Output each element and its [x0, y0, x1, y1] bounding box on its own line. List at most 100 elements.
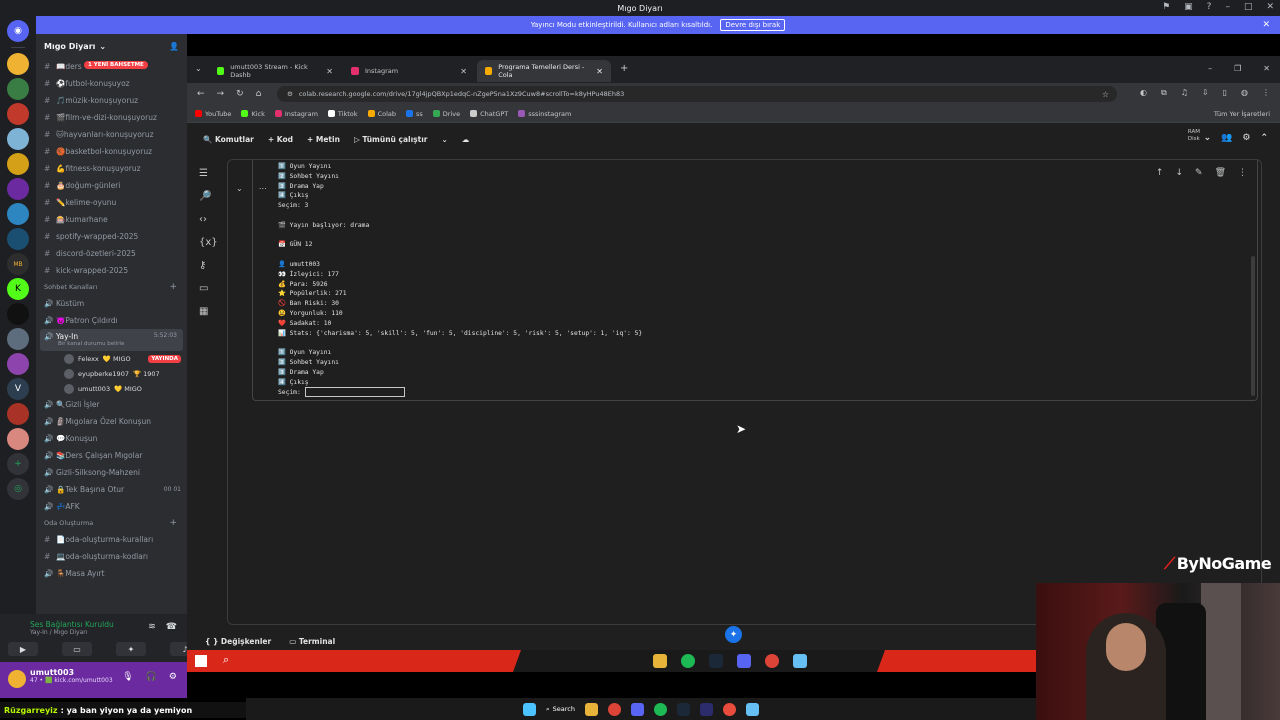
- close-tab-icon[interactable]: ✕: [596, 67, 603, 76]
- settings-gear-icon[interactable]: ⚙: [1242, 133, 1250, 143]
- share-icon[interactable]: 👥: [1221, 133, 1232, 143]
- collapse-icon[interactable]: ⌃: [1260, 133, 1268, 143]
- new-tab-button[interactable]: +: [620, 63, 628, 74]
- output-scrollbar[interactable]: [1251, 256, 1255, 396]
- voice-channel[interactable]: 🔊 💬Konuşun: [36, 430, 187, 447]
- active-voice-channel[interactable]: 🔊 Yay-In 5:52:03 Bir kanal durumu belirl…: [40, 329, 183, 351]
- tab-instagram[interactable]: Instagram ✕: [343, 60, 475, 82]
- server-icon[interactable]: [7, 128, 29, 150]
- server-icon[interactable]: [7, 403, 29, 425]
- close-button[interactable]: ✕: [1263, 64, 1270, 73]
- cloud-save-icon[interactable]: ☁: [462, 135, 470, 144]
- run-all-button[interactable]: ▷ Tümünü çalıştır: [354, 135, 428, 144]
- voice-channel[interactable]: 🔊 🗿Mıgolara Özel Konuşun: [36, 413, 187, 430]
- close-tab-icon[interactable]: ✕: [326, 67, 333, 76]
- voice-channel[interactable]: 🔊 🪑Masa Ayırt: [36, 565, 187, 582]
- voice-channel[interactable]: 🔊 Küstüm: [36, 295, 187, 312]
- home-icon[interactable]: ⌂: [256, 89, 262, 99]
- restore-button[interactable]: ❐: [1234, 64, 1241, 73]
- table-of-contents-icon[interactable]: ☰: [199, 168, 218, 179]
- steam-app-icon[interactable]: [745, 702, 759, 716]
- spotify-icon[interactable]: [681, 654, 695, 668]
- url-input[interactable]: ⚙ colab.research.google.com/drive/17gl4j…: [277, 86, 1117, 102]
- category-room[interactable]: Oda Oluşturma +: [36, 515, 187, 531]
- extensions-puzzle-icon[interactable]: ⧉: [1161, 88, 1167, 98]
- text-channel[interactable]: # 🏀basketbol-konuşuyoruz: [36, 143, 187, 160]
- voice-channel[interactable]: 🔊 👿Patron Çıldırdı: [36, 312, 187, 329]
- voice-user[interactable]: umutt003 💛 MIGO: [36, 381, 187, 396]
- bookmark-item[interactable]: ChatGPT: [470, 110, 508, 118]
- text-channel[interactable]: # discord-özetleri-2025: [36, 245, 187, 262]
- terminal-tab[interactable]: ▭ Terminal: [289, 637, 335, 646]
- server-icon[interactable]: [7, 353, 29, 375]
- windows-start-icon[interactable]: [523, 702, 536, 716]
- download-icon[interactable]: ▣: [1184, 2, 1193, 12]
- steam-icon[interactable]: [709, 654, 723, 668]
- search-icon[interactable]: ⌕: [223, 653, 229, 667]
- close-tab-icon[interactable]: ✕: [460, 67, 467, 76]
- text-channel[interactable]: # 🎵müzik-konuşuyoruz: [36, 92, 187, 109]
- text-channel[interactable]: # 🐱hayvanları-konuşuyoruz: [36, 126, 187, 143]
- bookmark-item[interactable]: Tiktok: [327, 110, 358, 118]
- bookmark-item[interactable]: sssinstagram: [518, 110, 571, 118]
- add-channel-icon[interactable]: +: [169, 518, 177, 528]
- settings-gear-icon[interactable]: ⚙: [169, 672, 177, 682]
- files-folder-icon[interactable]: ▭: [199, 283, 218, 294]
- file-explorer-icon[interactable]: [653, 654, 667, 668]
- obs-icon[interactable]: [722, 702, 736, 716]
- stdin-input[interactable]: [304, 387, 405, 398]
- add-channel-icon[interactable]: +: [169, 282, 177, 292]
- bookmark-item[interactable]: YouTube: [195, 110, 231, 118]
- discord-home-icon[interactable]: ◉: [7, 20, 29, 42]
- run-all-dropdown-icon[interactable]: ⌄: [441, 135, 447, 144]
- text-channel[interactable]: # 💻oda-oluşturma-kodları: [36, 548, 187, 565]
- media-icon[interactable]: ♫: [1181, 88, 1188, 98]
- disable-streamer-mode-button[interactable]: Devre dışı bırak: [720, 19, 786, 31]
- collapse-cell-icon[interactable]: ⌄: [236, 184, 243, 193]
- voice-channel[interactable]: 🔊 📚Ders Çalışan Mıgolar: [36, 447, 187, 464]
- file-explorer-icon[interactable]: [584, 702, 598, 716]
- add-server-icon[interactable]: +: [7, 453, 29, 475]
- server-icon[interactable]: [7, 328, 29, 350]
- discover-icon[interactable]: ◎: [7, 478, 29, 500]
- tab-colab[interactable]: Programa Temelleri Dersi - Cola ✕: [477, 60, 611, 82]
- secrets-key-icon[interactable]: ⚷: [199, 260, 218, 271]
- text-channel[interactable]: # 🎂doğum-günleri: [36, 177, 187, 194]
- activities-button[interactable]: ✦: [116, 642, 146, 656]
- menu-dots-icon[interactable]: ⋮: [1262, 88, 1270, 98]
- text-channel[interactable]: # 🎰kumarhane: [36, 211, 187, 228]
- text-channel[interactable]: # ✏️kelime-oyunu: [36, 194, 187, 211]
- server-icon[interactable]: [7, 203, 29, 225]
- chrome-icon[interactable]: [607, 702, 621, 716]
- add-text-button[interactable]: + Metin: [307, 135, 340, 144]
- windows-start-icon[interactable]: [195, 655, 207, 667]
- voice-user[interactable]: Felexx 💛 MIGO YAYINDA: [36, 351, 187, 366]
- text-channel[interactable]: # spotify-wrapped-2025: [36, 228, 187, 245]
- taskbar-search[interactable]: ⌕ Search: [546, 705, 575, 714]
- text-channel[interactable]: # 📄oda-oluşturma-kuralları: [36, 531, 187, 548]
- server-icon[interactable]: [7, 178, 29, 200]
- inbox-icon[interactable]: ⚑: [1162, 2, 1170, 12]
- bookmark-item[interactable]: Colab: [367, 110, 396, 118]
- gemini-floating-button[interactable]: ✦: [725, 626, 742, 643]
- terminal-icon[interactable]: ▦: [199, 306, 218, 317]
- spotify-icon[interactable]: [653, 702, 667, 716]
- disconnect-icon[interactable]: ☎: [166, 622, 177, 632]
- minimize-button[interactable]: –: [1225, 2, 1230, 12]
- bookmark-item[interactable]: Instagram: [274, 110, 318, 118]
- server-header[interactable]: Mıgo Diyarı ⌄ 👤: [36, 34, 187, 58]
- new-mention-badge[interactable]: 1 YENİ BAHSETME: [84, 61, 148, 69]
- add-code-button[interactable]: + Kod: [268, 135, 293, 144]
- server-icon[interactable]: [7, 78, 29, 100]
- tab-kick[interactable]: umutt003 Stream - Kick Dashb ✕: [209, 60, 341, 82]
- text-channel[interactable]: # kick-wrapped-2025: [36, 262, 187, 279]
- server-icon[interactable]: [7, 53, 29, 75]
- server-icon[interactable]: V: [7, 378, 29, 400]
- screen-share-button[interactable]: ▭: [62, 642, 92, 656]
- resource-indicator[interactable]: RAM Disk: [1188, 129, 1200, 143]
- headphones-icon[interactable]: 🎧: [146, 672, 157, 682]
- server-icon[interactable]: [7, 228, 29, 250]
- voice-channel[interactable]: 🔊 Gizli-Silksong-Mahzeni: [36, 464, 187, 481]
- channel-status[interactable]: Bir kanal durumu belirle: [58, 341, 124, 347]
- bookmark-item[interactable]: Kick: [241, 110, 265, 118]
